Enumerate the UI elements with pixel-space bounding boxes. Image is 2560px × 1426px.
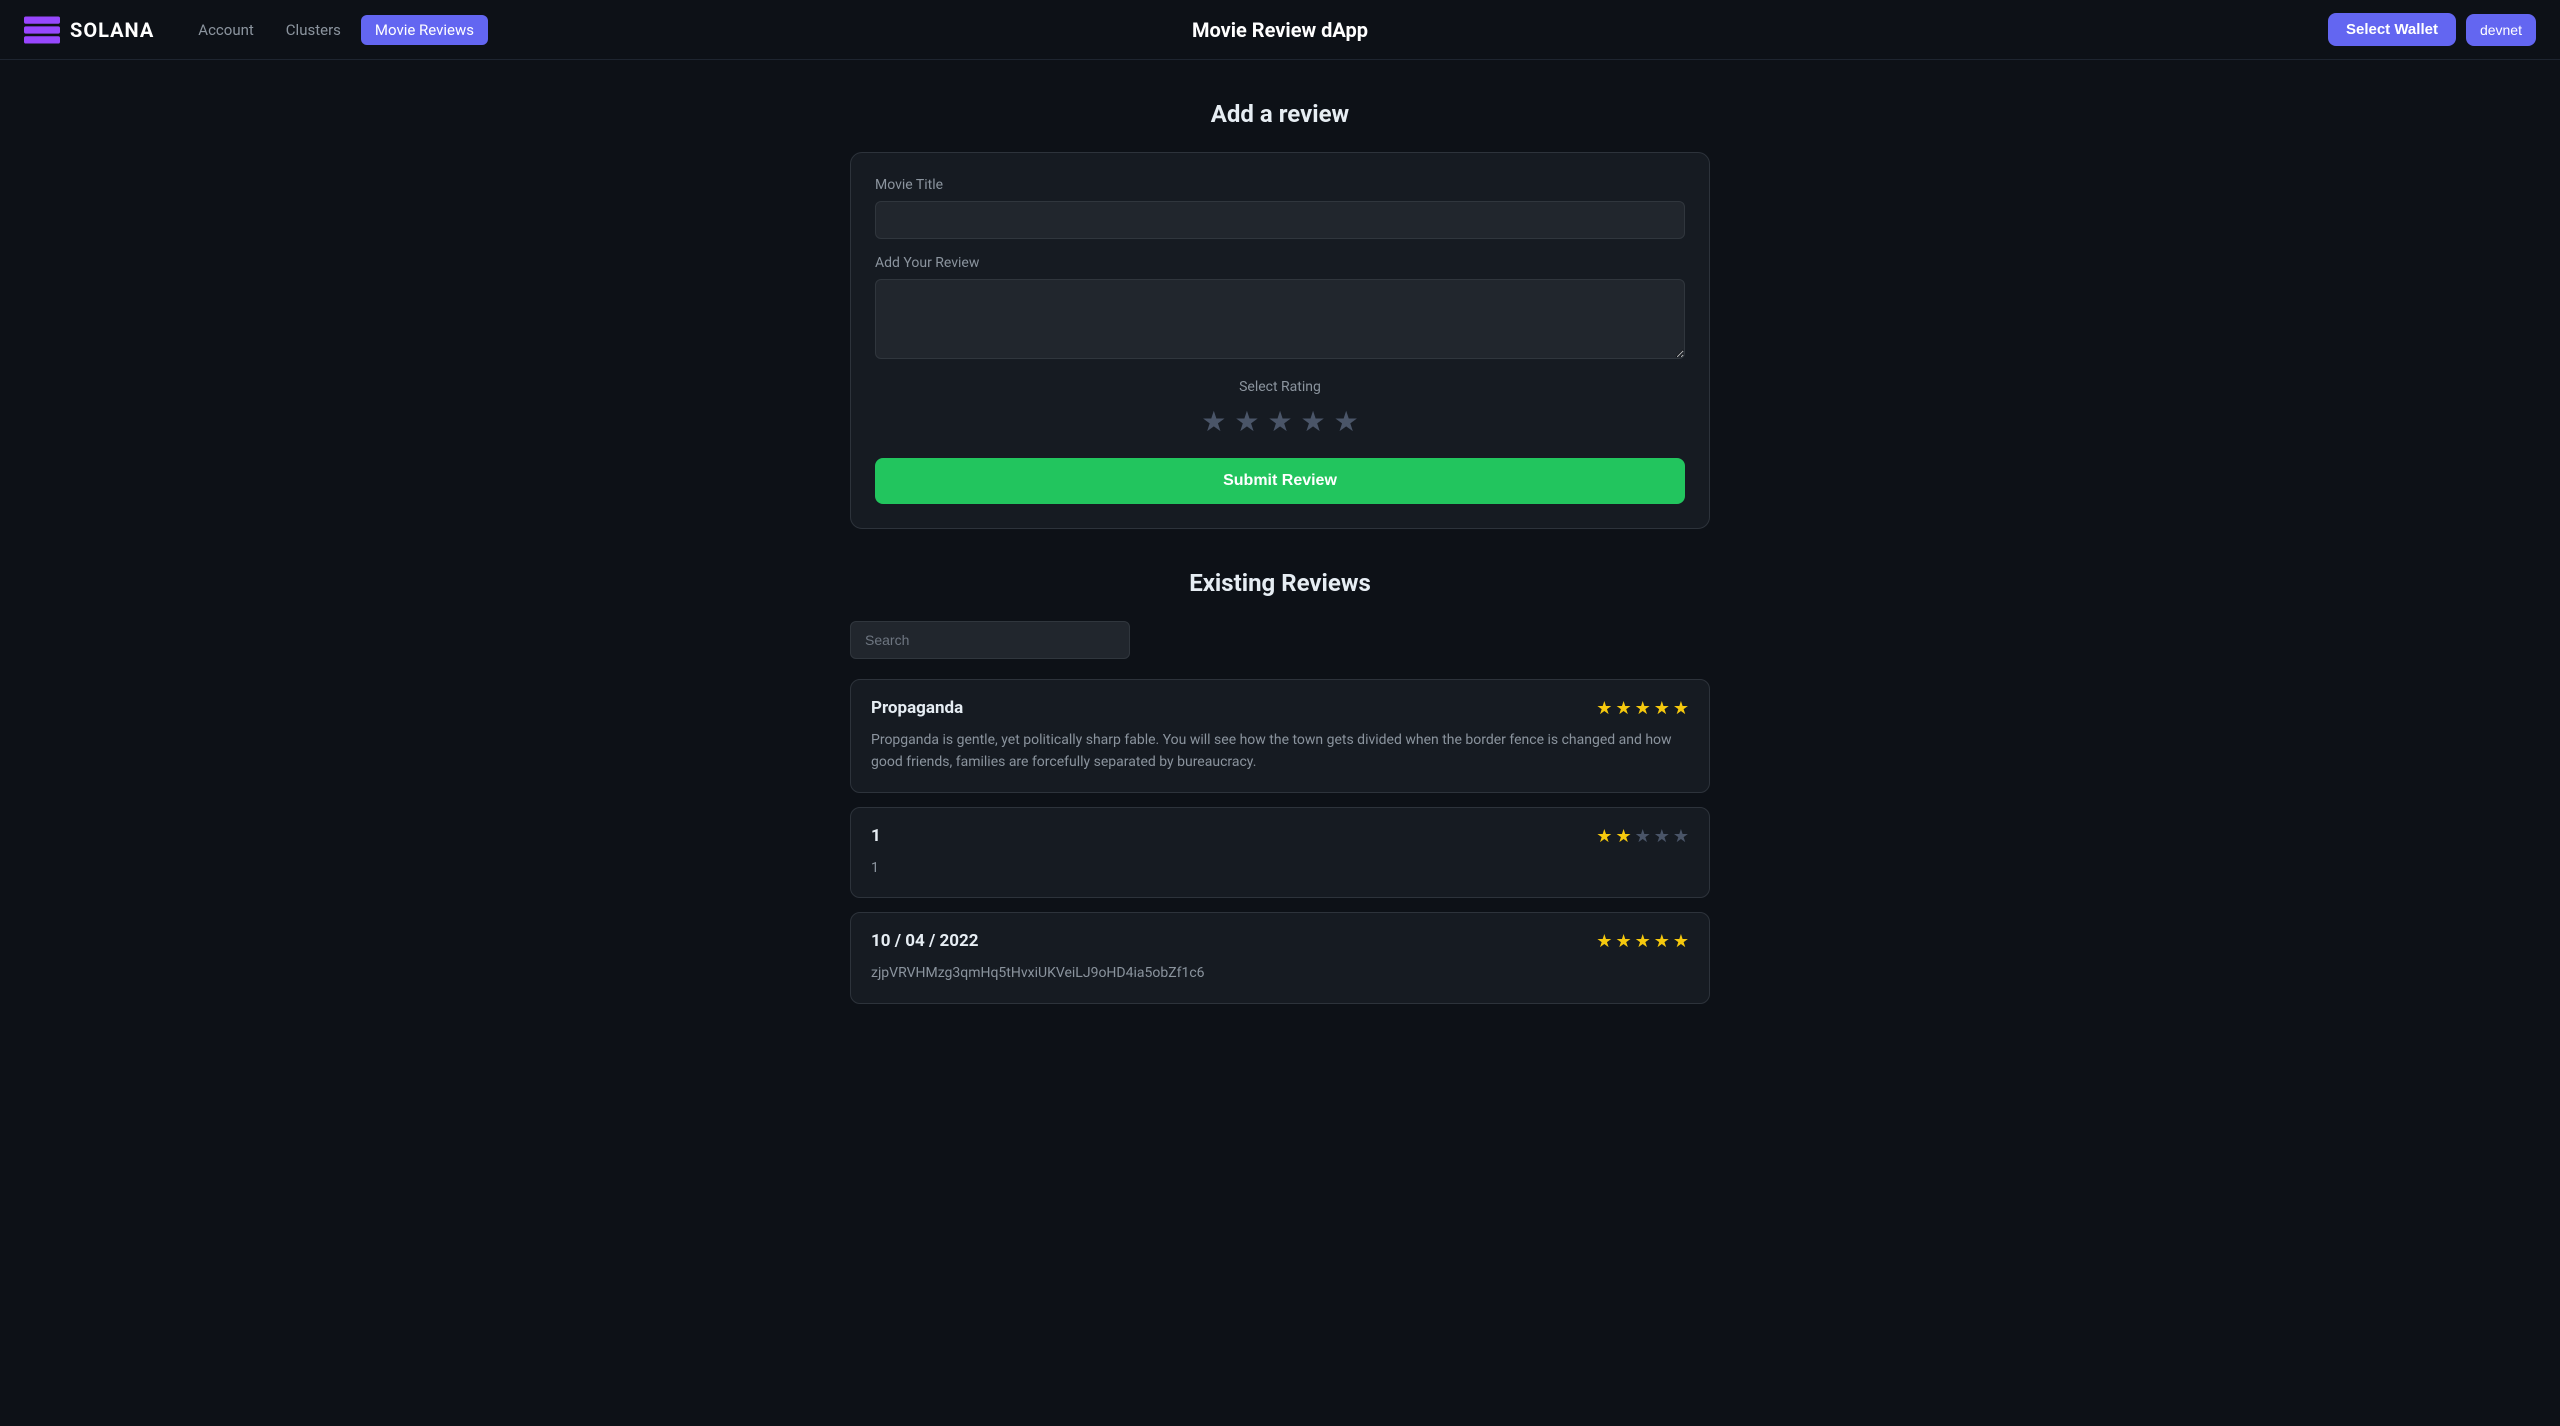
review-star-4: ★ [1654, 698, 1670, 719]
network-button[interactable]: devnet [2466, 14, 2536, 46]
review-title: 10 / 04 / 2022 [871, 931, 979, 951]
reviews-section: Existing Reviews Propaganda ★★★★★ Propga… [850, 569, 1710, 1004]
search-input[interactable] [850, 621, 1130, 659]
nav-account[interactable]: Account [186, 15, 266, 45]
review-header: 10 / 04 / 2022 ★★★★★ [871, 931, 1689, 952]
review-star-2: ★ [1615, 826, 1631, 847]
nav-movie-reviews[interactable]: Movie Reviews [361, 15, 488, 45]
submit-review-button[interactable]: Submit Review [875, 458, 1685, 504]
review-star-2: ★ [1615, 931, 1631, 952]
solana-logo-icon [24, 16, 60, 44]
star-2[interactable]: ★ [1234, 405, 1259, 438]
review-body: zjpVRVHMzg3qmHq5tHvxiUKVeiLJ9oHD4ia5obZf… [871, 962, 1689, 984]
brand-text: SOLANA [70, 18, 154, 42]
movie-title-input[interactable] [875, 201, 1685, 239]
rating-label: Select Rating [875, 379, 1685, 395]
add-review-form-card: Movie Title Add Your Review Select Ratin… [850, 152, 1710, 529]
add-review-title: Add a review [850, 100, 1710, 128]
review-stars: ★★★★★ [1596, 931, 1689, 952]
review-star-5: ★ [1673, 931, 1689, 952]
review-header: Propaganda ★★★★★ [871, 698, 1689, 719]
movie-title-group: Movie Title [875, 177, 1685, 239]
rating-section: Select Rating ★ ★ ★ ★ ★ [875, 379, 1685, 438]
review-title: 1 [871, 826, 881, 846]
star-3[interactable]: ★ [1267, 405, 1292, 438]
select-wallet-button[interactable]: Select Wallet [2328, 13, 2456, 46]
nav-clusters[interactable]: Clusters [274, 15, 353, 45]
navbar-right: Select Wallet devnet [2328, 13, 2536, 46]
navbar-nav: Account Clusters Movie Reviews [186, 15, 488, 45]
review-title: Propaganda [871, 698, 963, 718]
star-5[interactable]: ★ [1334, 405, 1359, 438]
review-star-3: ★ [1635, 698, 1651, 719]
review-card: Propaganda ★★★★★ Propganda is gentle, ye… [850, 679, 1710, 793]
main-content: Add a review Movie Title Add Your Review… [830, 60, 1730, 1078]
review-textarea[interactable] [875, 279, 1685, 359]
existing-reviews-title: Existing Reviews [850, 569, 1710, 597]
review-body: 1 [871, 857, 1689, 879]
stars-container: ★ ★ ★ ★ ★ [875, 405, 1685, 438]
star-4[interactable]: ★ [1301, 405, 1326, 438]
reviews-container: Propaganda ★★★★★ Propganda is gentle, ye… [850, 679, 1710, 1004]
review-card: 1 ★★★★★ 1 [850, 807, 1710, 898]
review-star-1: ★ [1596, 826, 1612, 847]
review-star-3: ★ [1635, 826, 1651, 847]
review-body: Propganda is gentle, yet politically sha… [871, 729, 1689, 774]
navbar: SOLANA Account Clusters Movie Reviews Mo… [0, 0, 2560, 60]
brand: SOLANA [24, 16, 154, 44]
review-star-1: ★ [1596, 698, 1612, 719]
review-star-2: ★ [1615, 698, 1631, 719]
review-star-4: ★ [1654, 931, 1670, 952]
review-star-5: ★ [1673, 698, 1689, 719]
review-star-3: ★ [1635, 931, 1651, 952]
review-stars: ★★★★★ [1596, 698, 1689, 719]
review-star-5: ★ [1673, 826, 1689, 847]
movie-title-label: Movie Title [875, 177, 1685, 193]
review-text-label: Add Your Review [875, 255, 1685, 271]
review-star-4: ★ [1654, 826, 1670, 847]
star-1[interactable]: ★ [1201, 405, 1226, 438]
review-star-1: ★ [1596, 931, 1612, 952]
review-text-group: Add Your Review [875, 255, 1685, 363]
page-title: Movie Review dApp [1192, 18, 1368, 42]
review-header: 1 ★★★★★ [871, 826, 1689, 847]
review-stars: ★★★★★ [1596, 826, 1689, 847]
review-card: 10 / 04 / 2022 ★★★★★ zjpVRVHMzg3qmHq5tHv… [850, 912, 1710, 1003]
